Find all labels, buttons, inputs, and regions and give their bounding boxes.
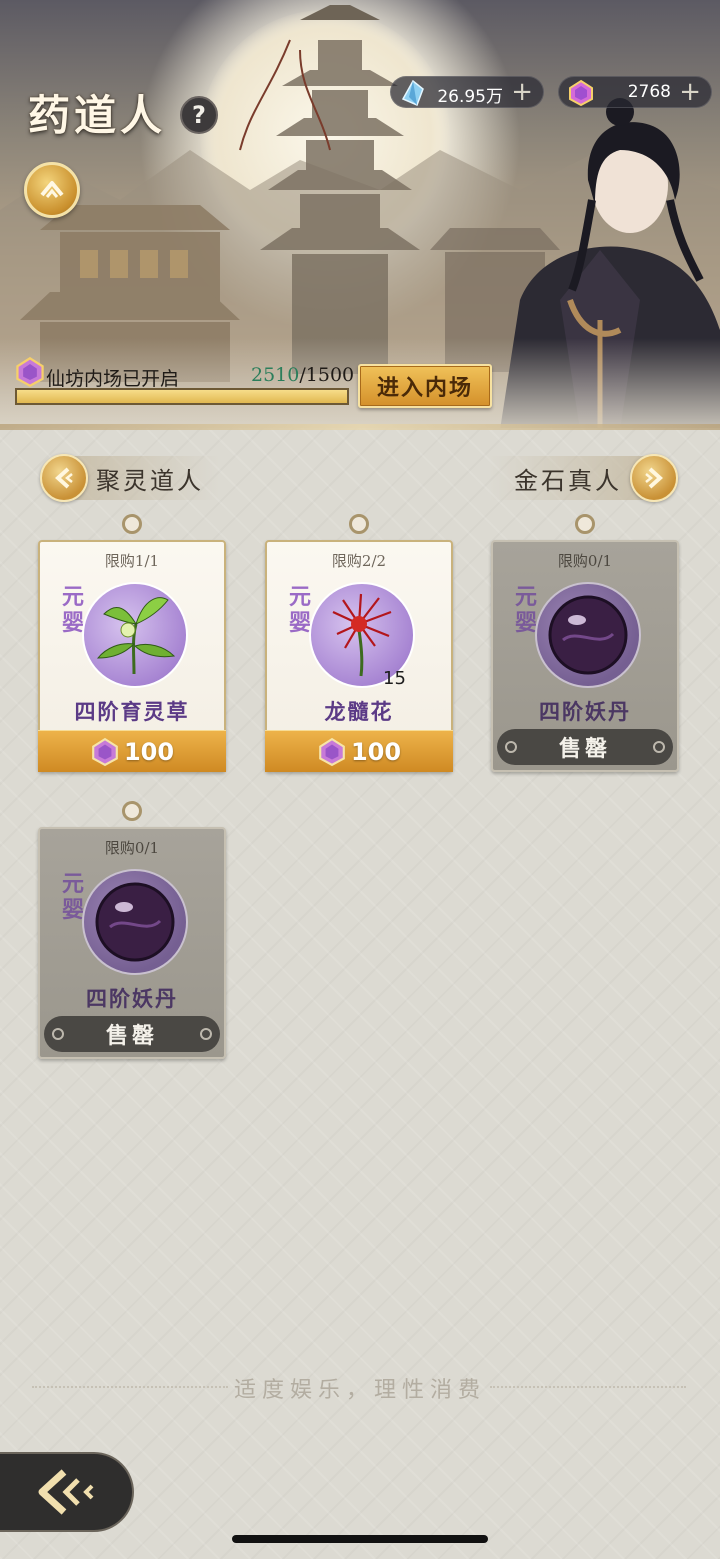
add-spirit-stone-button[interactable]: + [511,77,533,107]
banner-divider [0,424,720,430]
card-ornament [575,514,595,534]
item-image [82,869,188,975]
purple-gem-icon [92,737,118,766]
prev-vendor-button[interactable]: 聚灵道人 [40,454,220,502]
purchase-limit: 限购2/2 [331,552,387,570]
progress-fill [17,390,347,403]
item-image [535,582,641,688]
upgrade-button[interactable] [24,162,80,218]
item-name: 龙髓花 [324,699,394,724]
purchase-limit: 限购1/1 [104,552,160,570]
purchase-limit: 限购0/1 [104,839,160,857]
purchase-limit: 限购0/1 [557,552,613,570]
item-name: 四阶妖丹 [539,699,631,724]
prev-vendor-label: 聚灵道人 [96,466,204,495]
add-purple-gem-button[interactable]: + [679,77,701,107]
home-indicator[interactable] [232,1535,488,1543]
ornament-dot [200,1028,212,1040]
chevron-up-icon [40,181,64,198]
next-vendor-label: 金石真人 [514,466,622,495]
demon-core-orb-icon [548,595,628,675]
chevron-left-icon [40,454,88,502]
purple-gem-currency: 2768 + [558,76,712,108]
item-quantity: 15 [383,668,406,689]
purple-gem-icon [16,356,44,388]
back-arrow-icon [38,1469,94,1515]
shop-item-card[interactable]: 限购2/2 元婴 15 龙髓花 100 [265,514,453,772]
herb-icon [96,597,176,675]
sold-out-label: 售罄 [105,1023,158,1049]
card-ornament [349,514,369,534]
item-image [82,582,188,688]
inner-market-progress-bar [15,388,349,405]
inner-market-progress-text: 2510/1500 [251,364,354,386]
shop-item-card[interactable]: 限购0/1 元婴 四阶妖丹 售罄 [38,801,226,1059]
sold-out-badge: 售罄 [44,1016,220,1052]
item-name: 四阶育灵草 [74,699,190,724]
spirit-stone-icon [401,79,424,106]
next-vendor-button[interactable]: 金石真人 [488,454,678,502]
buy-button[interactable]: 100 [38,730,226,772]
inner-market-status: 仙坊内场已开启 [46,368,180,390]
purple-gem-icon [569,79,593,107]
ornament-dot [52,1028,64,1040]
shop-item-card[interactable]: 限购1/1 元婴 四阶育灵草 100 [38,514,226,772]
enter-inner-market-button[interactable]: 进入内场 [358,364,492,408]
sold-out-badge: 售罄 [497,729,673,765]
page-title: 药道人 [28,91,167,140]
purple-gem-icon [319,737,345,766]
chevron-right-icon [630,454,678,502]
item-name: 四阶妖丹 [86,986,178,1011]
card-ornament [122,514,142,534]
shop-item-card[interactable]: 限购0/1 元婴 四阶妖丹 售罄 [491,514,679,772]
progress-target: 1500 [305,364,355,386]
item-price: 100 [350,737,402,766]
sold-out-label: 售罄 [558,736,611,762]
spirit-stone-currency: 26.95万 + [390,76,544,108]
help-button[interactable]: ? [180,96,218,134]
card-ornament [122,801,142,821]
item-price: 100 [123,737,175,766]
spirit-stone-value: 26.95万 [437,87,503,107]
progress-current: 2510 [251,364,300,386]
moderation-notice: 适度娱乐，理性消费 [233,1378,486,1403]
back-button[interactable] [0,1452,134,1532]
buy-button[interactable]: 100 [265,730,453,772]
ornament-dot [505,741,517,753]
ornament-dot [653,741,665,753]
demon-core-orb-icon [95,882,175,962]
divider-line [490,1386,686,1388]
purple-gem-value: 2768 [627,82,671,102]
